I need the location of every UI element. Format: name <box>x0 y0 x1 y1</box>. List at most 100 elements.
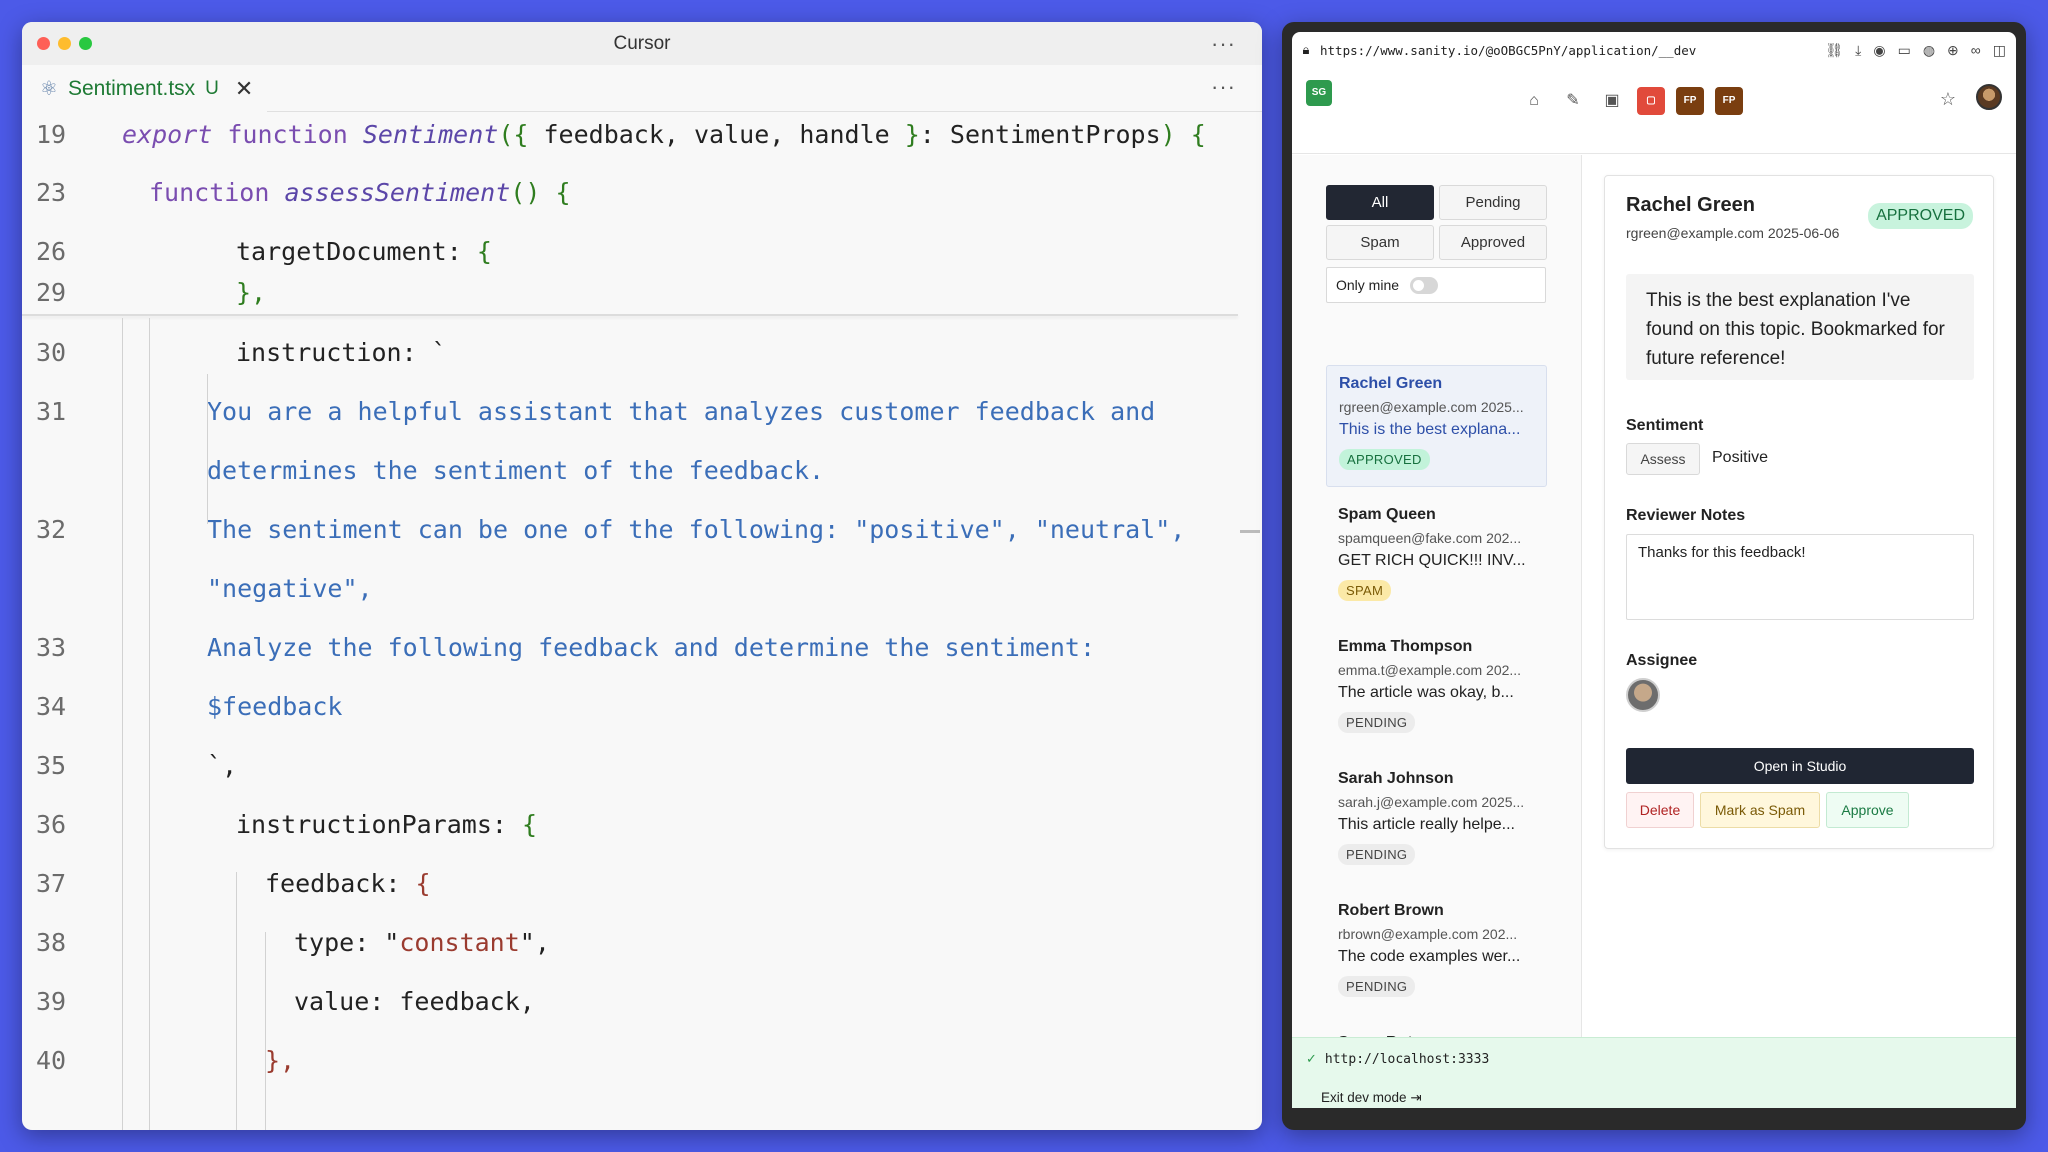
camera-icon[interactable]: ◉ <box>1873 42 1885 59</box>
download-icon[interactable]: ⤓ <box>1855 42 1861 59</box>
close-tab-icon[interactable]: ✕ <box>235 76 253 102</box>
code-line[interactable]: }, <box>236 278 266 307</box>
dev-url-text: http://localhost:3333 <box>1324 1052 1490 1067</box>
code-token: { <box>476 237 492 266</box>
filter-approved-button[interactable]: Approved <box>1439 225 1547 260</box>
more-icon[interactable]: ··· <box>1211 22 1236 65</box>
editor-tab-bar: ⚛ Sentiment.tsx U ✕ ··· <box>22 65 1262 112</box>
assignee-avatar[interactable] <box>1626 678 1660 712</box>
code-token: type: " <box>294 928 400 957</box>
filter-spam-button[interactable]: Spam <box>1326 225 1434 260</box>
url-text[interactable]: https://www.sanity.io/@oOBGC5PnY/applica… <box>1320 43 1696 58</box>
crosshair-icon[interactable]: ⊕ <box>1947 42 1959 59</box>
app-icon[interactable]: ▢ <box>1637 87 1665 115</box>
code-line[interactable]: type: "constant", <box>294 928 550 957</box>
code-line[interactable]: The sentiment can be one of the followin… <box>207 515 1185 544</box>
file-tab[interactable]: ⚛ Sentiment.tsx U ✕ <box>22 65 268 112</box>
line-number: 35 <box>36 751 67 780</box>
code-line[interactable]: function assessSentiment() { <box>149 178 571 207</box>
image-icon[interactable]: ▣ <box>1600 89 1624 113</box>
list-item[interactable]: Spam Queen spamqueen@fake.com 202... GET R… <box>1326 497 1547 619</box>
user-avatar[interactable] <box>1976 84 2002 110</box>
code-line[interactable]: export function Sentiment({ feedback, va… <box>122 120 1206 149</box>
home-icon[interactable]: ⌂ <box>1522 89 1546 113</box>
address-bar[interactable]: 🔒︎ https://www.sanity.io/@oOBGC5PnY/appl… <box>1292 32 2016 68</box>
lock-icon: 🔒︎ <box>1302 42 1310 57</box>
terminal-icon[interactable]: ▭ <box>1898 42 1911 59</box>
line-number: 38 <box>36 928 67 957</box>
sidebar-icon[interactable]: ◫ <box>1993 42 2006 59</box>
file-tab-name: Sentiment.tsx <box>67 76 196 100</box>
star-icon[interactable]: ☆ <box>1940 89 1956 110</box>
code-token: instruction: ` <box>236 338 447 367</box>
code-line[interactable]: }, <box>265 1046 295 1075</box>
list-item-email: sarah.j@example.com 2025... <box>1338 794 1525 810</box>
globe-icon[interactable]: ◍ <box>1923 42 1935 59</box>
code-line[interactable]: instructionParams: { <box>236 810 537 839</box>
scrollbar-marker[interactable] <box>1240 530 1260 533</box>
code-token: `, <box>207 751 238 780</box>
git-status-badge: U <box>205 77 219 99</box>
code-line[interactable]: `, <box>207 751 237 780</box>
assess-button[interactable]: Assess <box>1626 443 1700 475</box>
code-token: $feedback <box>207 692 343 721</box>
code-token: : SentimentProps <box>919 120 1161 149</box>
delete-button[interactable]: Delete <box>1626 792 1694 828</box>
exit-icon: ⇥ <box>1410 1090 1422 1105</box>
open-in-studio-button[interactable]: Open in Studio <box>1626 748 1974 784</box>
code-area[interactable]: 19 export function Sentiment({ feedback, … <box>22 112 1262 1130</box>
code-line[interactable]: "negative", <box>207 574 373 603</box>
approve-button[interactable]: Approve <box>1826 792 1909 828</box>
code-token: feedback, value, handle <box>528 120 905 149</box>
tab-more-icon[interactable]: ··· <box>1211 74 1236 100</box>
list-item-excerpt: The code examples wer... <box>1338 948 1521 965</box>
app-badge-fp-2[interactable]: FP <box>1715 87 1743 115</box>
only-mine-toggle[interactable] <box>1410 277 1438 294</box>
mark-as-spam-button[interactable]: Mark as Spam <box>1700 792 1820 828</box>
filter-pending-button[interactable]: Pending <box>1439 185 1547 220</box>
code-line[interactable]: determines the sentiment of the feedback… <box>207 456 824 485</box>
extensions-icon[interactable]: ∞ <box>1971 42 1981 59</box>
code-token: targetDocument: <box>236 237 477 266</box>
only-mine-filter[interactable]: Only mine <box>1326 267 1546 303</box>
line-number: 39 <box>36 987 67 1016</box>
org-logo[interactable]: SG <box>1306 80 1332 106</box>
indent-guide <box>149 318 150 1130</box>
code-line[interactable]: You are a helpful assistant that analyze… <box>207 397 1155 426</box>
code-token: You are a helpful assistant that analyze… <box>207 397 1156 426</box>
list-item[interactable]: Spam Botspammer123@fake.com 20...BUY CHE… <box>1326 1025 1547 1037</box>
list-item[interactable]: Rachel Green rgreen@example.com 2025... Th… <box>1326 365 1547 487</box>
link-icon[interactable]: ⛓ <box>1825 42 1843 59</box>
list-item[interactable]: Sarah Johnson sarah.j@example.com 2025...… <box>1326 761 1547 883</box>
filter-all-button[interactable]: All <box>1326 185 1434 220</box>
code-line[interactable]: value: feedback, <box>294 987 535 1016</box>
close-window-button[interactable] <box>37 37 50 50</box>
code-token: Sentiment <box>362 120 499 149</box>
list-item-email: rgreen@example.com 2025... <box>1339 399 1524 415</box>
code-line[interactable]: instruction: ` <box>236 338 447 367</box>
app-badge-fp-1[interactable]: FP <box>1676 87 1704 115</box>
indent-guide <box>122 318 123 1130</box>
code-line[interactable]: $feedback <box>207 692 342 721</box>
list-item[interactable]: Robert Brown rbrown@example.com 202... The… <box>1326 893 1547 1015</box>
code-token: }, <box>236 278 267 307</box>
code-line[interactable]: feedback: { <box>265 869 431 898</box>
list-item[interactable]: Emma Thompson emma.t@example.com 202... Th… <box>1326 629 1547 751</box>
edit-icon[interactable]: ✎ <box>1561 89 1585 113</box>
indent-guide <box>207 374 208 524</box>
minimize-window-button[interactable] <box>58 37 71 50</box>
code-line[interactable]: targetDocument: { <box>236 237 492 266</box>
code-line[interactable]: Analyze the following feedback and deter… <box>207 633 1095 662</box>
code-token: ", <box>519 928 550 957</box>
status-badge: SPAM <box>1338 580 1392 601</box>
status-badge: APPROVED <box>1339 449 1430 470</box>
line-number: 37 <box>36 869 67 898</box>
dev-server-url: ✓ http://localhost:3333 <box>1306 1052 1489 1067</box>
exit-dev-mode-button[interactable]: Exit dev mode ⇥ <box>1321 1090 1422 1106</box>
code-token: { <box>555 178 571 207</box>
browser-window: 🔒︎ https://www.sanity.io/@oOBGC5PnY/appl… <box>1282 22 2026 1130</box>
maximize-window-button[interactable] <box>79 37 92 50</box>
reviewer-notes-field[interactable]: Thanks for this feedback! <box>1626 534 1974 620</box>
